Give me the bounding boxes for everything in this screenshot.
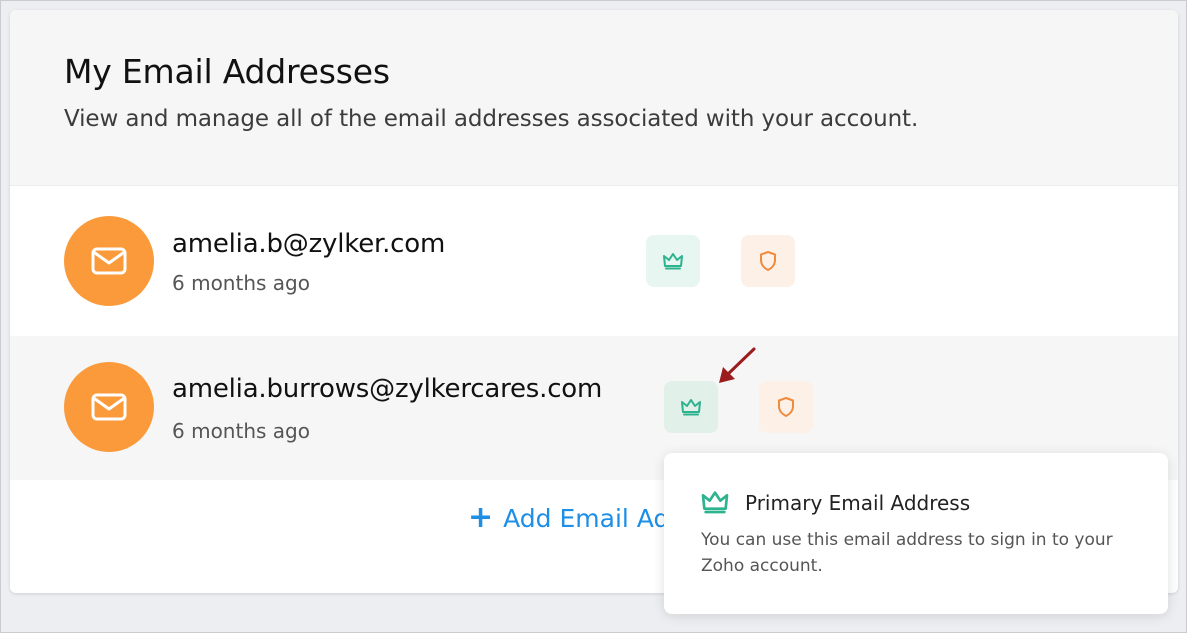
email-address: amelia.b@zylker.com [172, 229, 446, 259]
page-title: My Email Addresses [64, 52, 390, 91]
primary-email-badge[interactable] [664, 381, 718, 433]
email-avatar [64, 362, 154, 452]
crown-icon [701, 491, 729, 514]
tooltip-body: You can use this email address to sign i… [701, 530, 1113, 576]
annotation-arrow-icon [719, 347, 756, 383]
tooltip-title: Primary Email Address [745, 491, 971, 515]
page-subtitle: View and manage all of the email address… [64, 106, 919, 132]
security-badge[interactable] [741, 235, 795, 287]
email-added-time: 6 months ago [172, 271, 310, 295]
primary-email-tooltip: Primary Email Address You can use this e… [664, 453, 1168, 614]
email-address: amelia.burrows@zylkercares.com [172, 374, 603, 404]
crown-icon [681, 399, 701, 416]
primary-email-badge[interactable] [646, 235, 700, 287]
screenshot-frame: My Email Addresses View and manage all o… [0, 0, 1187, 633]
email-row: amelia.b@zylker.com 6 months ago [10, 186, 1178, 332]
mail-icon [91, 247, 127, 275]
plus-icon: + [468, 500, 494, 535]
shield-icon [778, 397, 794, 417]
card-header: My Email Addresses View and manage all o… [10, 10, 1178, 186]
security-badge[interactable] [759, 381, 813, 433]
shield-icon [760, 251, 776, 271]
email-avatar [64, 216, 154, 306]
email-added-time: 6 months ago [172, 419, 310, 443]
mail-icon [91, 393, 127, 421]
crown-icon [663, 253, 683, 270]
